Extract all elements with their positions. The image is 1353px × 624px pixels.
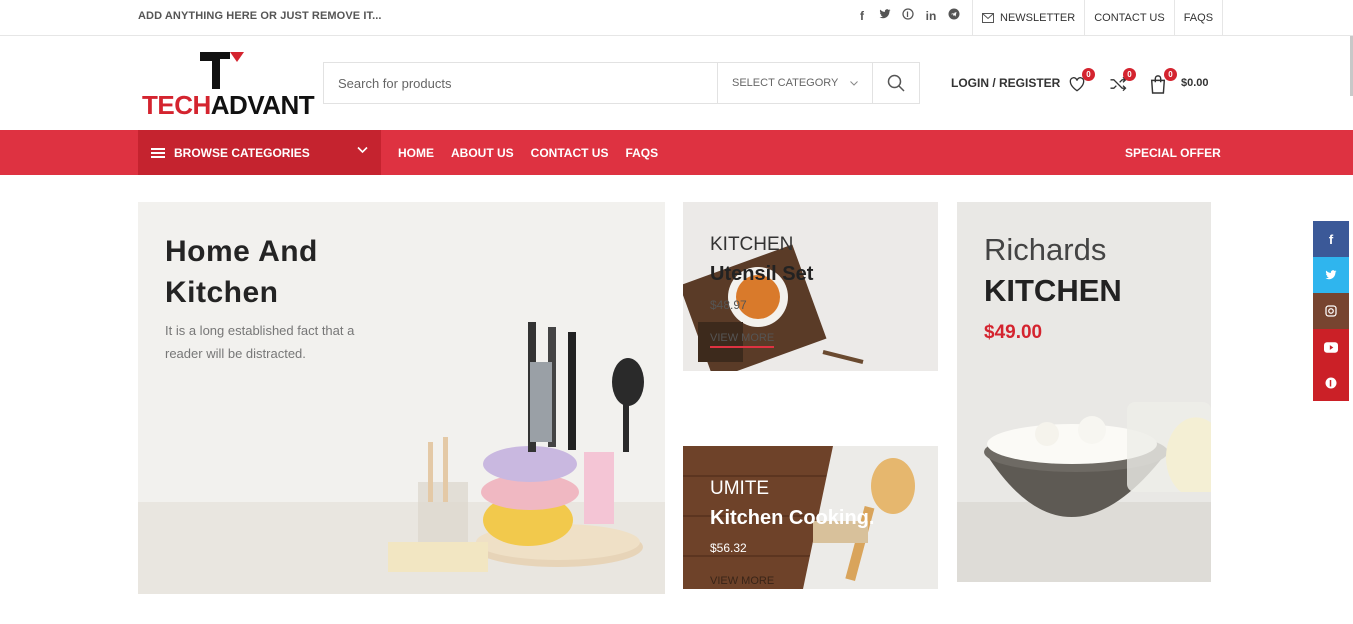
- compare-button[interactable]: 0: [1108, 68, 1136, 96]
- faqs-link[interactable]: FAQS: [1173, 0, 1224, 35]
- browse-categories-label: BROWSE CATEGORIES: [174, 145, 310, 160]
- promo-text: ADD ANYTHING HERE OR JUST REMOVE IT...: [138, 10, 382, 22]
- contact-us-label: CONTACT US: [1094, 11, 1165, 24]
- banner-utensil-set[interactable]: KITCHEN Utensil Set $48.97 VIEW MORE: [683, 202, 938, 371]
- utensil-subtitle: KITCHEN: [710, 234, 794, 255]
- newsletter-link[interactable]: NEWSLETTER: [972, 0, 1084, 35]
- cart-total[interactable]: $0.00: [1181, 77, 1209, 89]
- nav-contact-us[interactable]: CONTACT US: [531, 146, 609, 160]
- pinterest-icon[interactable]: [901, 8, 915, 24]
- category-select-label: SELECT CATEGORY: [732, 77, 839, 89]
- richards-price: $49.00: [984, 322, 1043, 343]
- cooking-view-more-link[interactable]: VIEW MORE: [710, 575, 774, 589]
- nav-faqs[interactable]: FAQS: [625, 146, 658, 160]
- search-icon: [887, 74, 905, 92]
- top-social-links: f in: [855, 8, 961, 24]
- banner-kitchen-cooking[interactable]: UMITE Kitchen Cooking. $56.32 VIEW MORE: [683, 446, 938, 589]
- envelope-icon: [982, 12, 994, 23]
- login-register-link[interactable]: LOGIN / REGISTER: [951, 76, 1060, 90]
- side-facebook-button[interactable]: f: [1313, 221, 1349, 257]
- nav-home[interactable]: HOME: [398, 146, 434, 160]
- logo-text-advant: ADVANT: [210, 90, 315, 120]
- chevron-down-icon: [850, 80, 858, 86]
- utensil-view-more-link[interactable]: VIEW MORE: [710, 332, 775, 348]
- site-logo[interactable]: TECHADVANT: [142, 52, 315, 120]
- cooking-title: Kitchen Cooking.: [710, 507, 875, 529]
- cart-count-badge: 0: [1164, 68, 1177, 81]
- side-social-bar: f: [1313, 221, 1349, 401]
- logo-text: TECHADVANT: [142, 90, 315, 121]
- telegram-icon[interactable]: [947, 8, 961, 24]
- logo-text-tech: TECH: [142, 90, 211, 120]
- contact-us-link[interactable]: CONTACT US: [1084, 0, 1174, 35]
- search-input[interactable]: [324, 63, 717, 103]
- banner-home-kitchen[interactable]: Home And Kitchen It is a long establishe…: [138, 202, 665, 594]
- faqs-label: FAQS: [1183, 11, 1214, 24]
- facebook-icon: f: [1328, 231, 1334, 247]
- banner-main-text: It is a long established fact that a rea…: [165, 323, 355, 361]
- main-nav: BROWSE CATEGORIES HOME ABOUT US CONTACT …: [0, 130, 1353, 175]
- compare-count-badge: 0: [1123, 68, 1136, 81]
- pinterest-icon: [1325, 377, 1337, 389]
- utensil-title: Utensil Set: [710, 263, 814, 285]
- special-offer-link[interactable]: SPECIAL OFFER: [1125, 146, 1221, 160]
- wishlist-count-badge: 0: [1082, 68, 1095, 81]
- side-youtube-button[interactable]: [1313, 329, 1349, 365]
- menu-icon: [151, 147, 165, 158]
- side-pinterest-button[interactable]: [1313, 365, 1349, 401]
- cooking-subtitle: UMITE: [710, 478, 770, 499]
- nav-about-us[interactable]: ABOUT US: [451, 146, 514, 160]
- richards-subtitle: Richards: [984, 232, 1107, 267]
- browse-categories-button[interactable]: BROWSE CATEGORIES: [138, 130, 381, 175]
- newsletter-label: NEWSLETTER: [1000, 11, 1076, 24]
- side-instagram-button[interactable]: [1313, 293, 1349, 329]
- category-select[interactable]: SELECT CATEGORY: [717, 63, 872, 103]
- richards-title: KITCHEN: [984, 273, 1122, 308]
- nav-links: HOME ABOUT US CONTACT US FAQS: [398, 130, 658, 175]
- top-bar: ADD ANYTHING HERE OR JUST REMOVE IT... f…: [0, 0, 1353, 36]
- twitter-icon[interactable]: [878, 8, 892, 24]
- linkedin-icon[interactable]: in: [924, 8, 938, 24]
- site-header: TECHADVANT SELECT CATEGORY LOGIN / REGIS…: [0, 36, 1353, 130]
- search-bar: SELECT CATEGORY: [323, 62, 920, 104]
- top-links: NEWSLETTER CONTACT US FAQS: [972, 0, 1224, 35]
- facebook-icon[interactable]: f: [855, 8, 869, 24]
- cooking-price: $56.32: [710, 541, 747, 555]
- utensil-price: $48.97: [710, 298, 747, 312]
- instagram-icon: [1325, 305, 1337, 317]
- banner-main-title: Home And Kitchen: [165, 235, 318, 309]
- logo-mark: [200, 52, 244, 89]
- banner-richards-kitchen[interactable]: Richards KITCHEN $49.00: [957, 202, 1211, 582]
- youtube-icon: [1324, 341, 1338, 353]
- side-twitter-button[interactable]: [1313, 257, 1349, 293]
- search-button[interactable]: [872, 63, 919, 103]
- chevron-down-icon: [357, 146, 368, 154]
- wishlist-button[interactable]: 0: [1067, 68, 1095, 96]
- twitter-icon: [1325, 270, 1337, 280]
- cart-button[interactable]: 0: [1149, 68, 1177, 96]
